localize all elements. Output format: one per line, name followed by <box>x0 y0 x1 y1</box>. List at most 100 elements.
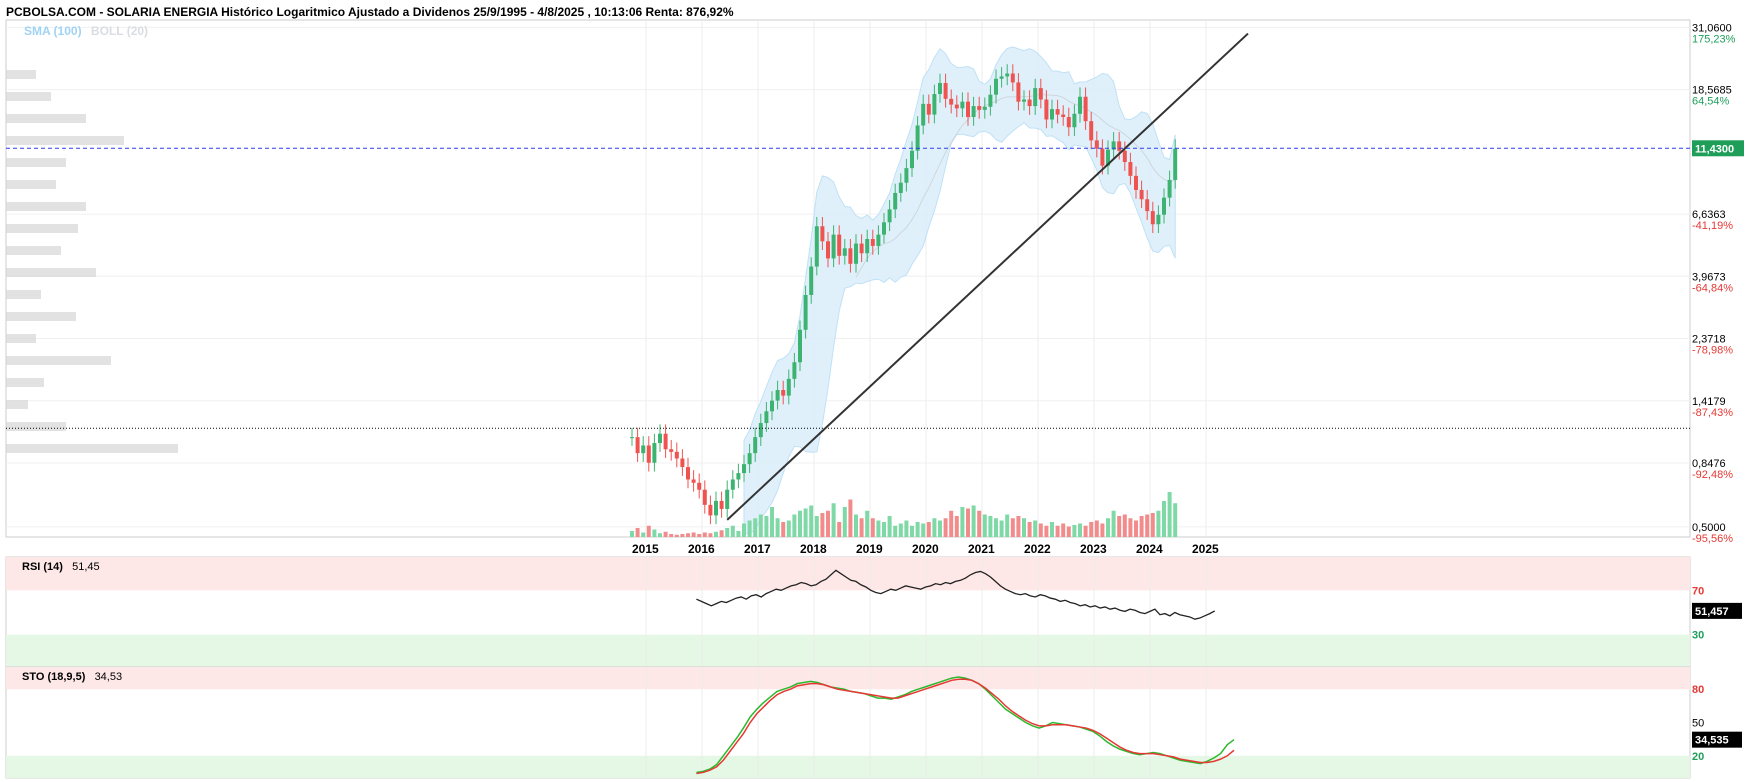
candle-body <box>658 433 662 444</box>
volume-bar <box>837 522 842 537</box>
candle-body <box>893 192 898 210</box>
candle-body <box>646 445 651 463</box>
candle-body <box>1167 179 1172 198</box>
x-tick-label: 2017 <box>744 542 771 556</box>
volume-bar <box>943 518 948 537</box>
price-chart[interactable]: 31,0600175,23%18,568564,54%6,6363-41,19%… <box>0 0 1749 782</box>
volume-bar <box>764 516 769 537</box>
candle-body <box>753 437 758 454</box>
candle-body <box>949 98 954 105</box>
candle-body <box>960 101 965 109</box>
candle-body <box>988 94 993 107</box>
volume-bar <box>686 533 690 537</box>
volume-bar <box>1016 516 1021 537</box>
candle-body <box>1162 197 1166 215</box>
candle-body <box>820 226 825 242</box>
candle-body <box>837 234 842 256</box>
candle-body <box>1044 99 1049 120</box>
volume-bar <box>702 532 707 537</box>
volume-bar <box>747 520 752 537</box>
volume-profile-bar <box>6 224 78 233</box>
volume-bar <box>714 531 718 537</box>
volume-bar <box>708 533 713 537</box>
candle-body <box>669 449 674 452</box>
volume-bar <box>691 532 696 537</box>
candle-body <box>904 168 909 183</box>
candle-body <box>876 234 881 246</box>
volume-profile-bar <box>6 70 36 79</box>
candle-body <box>758 423 763 438</box>
volume-bar <box>697 534 702 537</box>
rsi-overbought-zone <box>6 557 1690 591</box>
candle-body <box>674 451 679 459</box>
volume-bar <box>1100 523 1105 537</box>
x-tick-label: 2022 <box>1024 542 1051 556</box>
x-tick-label: 2020 <box>912 542 939 556</box>
volume-bar <box>1117 516 1122 537</box>
candle-body <box>686 467 690 480</box>
candle-body <box>921 103 926 126</box>
volume-bar <box>1167 492 1172 537</box>
volume-bar <box>898 523 903 537</box>
boll-legend[interactable]: BOLL (20) <box>91 24 148 38</box>
candle-body <box>814 226 819 267</box>
rsi-oversold-zone <box>6 634 1690 668</box>
candle-body <box>1100 148 1105 166</box>
volume-bar <box>663 531 668 537</box>
volume-bar <box>966 508 970 537</box>
volume-bar <box>982 514 987 537</box>
candle-body <box>714 500 718 516</box>
candle-body <box>926 103 931 115</box>
volume-profile-bar <box>6 158 66 167</box>
volume-bar <box>870 518 875 537</box>
volume-bar <box>1010 518 1015 537</box>
volume-bar <box>1094 520 1099 537</box>
candle-body <box>725 489 730 509</box>
volume-bar <box>904 520 909 537</box>
candle-body <box>1050 109 1054 120</box>
x-tick-label: 2025 <box>1192 542 1219 556</box>
y-tick-pct: -41,19% <box>1692 220 1733 232</box>
volume-bar <box>1044 525 1049 537</box>
candle-body <box>982 106 987 110</box>
volume-bar <box>865 510 870 537</box>
volume-bar <box>954 516 959 537</box>
sto-label: STO (18,9,5) 34,53 <box>22 671 123 683</box>
volume-bar <box>932 518 937 537</box>
candle-body <box>691 479 696 483</box>
volume-bar <box>1005 514 1010 537</box>
indicator-legend: SMA (100) BOLL (20) <box>24 24 148 38</box>
volume-bar <box>753 518 758 537</box>
rsi-level-70: 70 <box>1692 585 1704 597</box>
volume-profile-bar <box>6 92 51 101</box>
candle-body <box>781 390 786 396</box>
candle-body <box>809 266 814 295</box>
candle-body <box>663 433 668 450</box>
candle-body <box>702 489 707 505</box>
candle-body <box>1089 121 1094 141</box>
volume-bar <box>1066 526 1071 537</box>
volume-bar <box>680 534 685 537</box>
volume-bar <box>781 522 786 537</box>
volume-bar <box>1145 514 1150 537</box>
volume-profile-bar <box>6 400 28 409</box>
volume-bar <box>646 525 651 537</box>
sma-legend[interactable]: SMA (100) <box>24 24 82 38</box>
volume-profile-bar <box>6 202 86 211</box>
candle-body <box>994 78 998 95</box>
volume-bar <box>770 507 774 537</box>
candle-body <box>898 182 903 193</box>
candle-body <box>792 362 797 379</box>
candle-body <box>938 83 942 95</box>
x-tick-label: 2021 <box>968 542 995 556</box>
volume-bar <box>1038 523 1043 537</box>
y-tick-pct: -78,98% <box>1692 345 1733 357</box>
candle-body <box>1055 109 1060 115</box>
volume-bar <box>742 523 746 537</box>
volume-bar <box>1139 516 1144 537</box>
volume-bar <box>1122 514 1127 537</box>
y-tick-pct: -87,43% <box>1692 407 1733 419</box>
sto-current-value: 34,535 <box>1695 735 1729 747</box>
volume-bar <box>1055 525 1060 537</box>
candle-body <box>736 473 741 480</box>
